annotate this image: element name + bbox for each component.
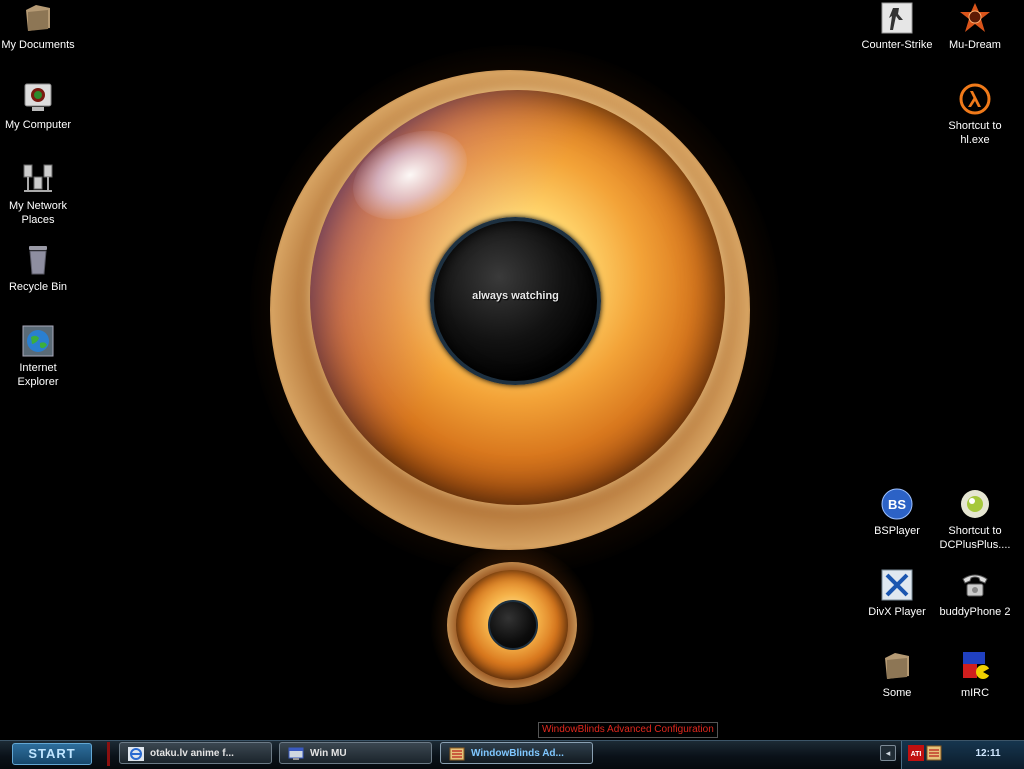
bsplayer-icon: BS (881, 488, 913, 520)
desktop-icon-buddyphone[interactable]: buddyPhone 2 (937, 569, 1013, 619)
svg-text:ATI: ATI (911, 751, 922, 758)
desktop-icon-my-network-places[interactable]: My Network Places (0, 163, 76, 227)
half-life-icon (959, 83, 991, 115)
desktop-icon-dcplusplus[interactable]: Shortcut to DCPlusPlus.... (937, 488, 1013, 552)
ati-icon[interactable]: ATI (908, 745, 924, 761)
desktop-icon-hl-exe[interactable]: Shortcut to hl.exe (937, 83, 1013, 147)
taskbar-button-label: Win MU (310, 748, 347, 759)
wallpaper-small-eye-pupil (488, 600, 538, 650)
desktop-icon-my-computer[interactable]: My Computer (0, 82, 76, 132)
desktop-icon-counter-strike[interactable]: Counter-Strike (859, 2, 935, 52)
divx-icon (881, 569, 913, 601)
dcplusplus-icon (959, 488, 991, 520)
taskbar-button-windowblinds[interactable]: WindowBlinds Ad... (440, 742, 593, 764)
desktop-icon-some[interactable]: Some (859, 650, 935, 700)
computer-icon (22, 82, 54, 114)
folder-icon (881, 650, 913, 682)
globe-icon (22, 325, 54, 357)
windowblinds-icon (449, 747, 465, 761)
taskbar-button-label: WindowBlinds Ad... (471, 748, 564, 759)
network-icon (22, 163, 54, 195)
tooltip: WindowBlinds Advanced Configuration (538, 722, 718, 738)
clock[interactable]: 12:11 (968, 741, 1008, 767)
phone-icon (959, 569, 991, 601)
desktop-icon-recycle-bin[interactable]: Recycle Bin (0, 244, 76, 294)
tray-expand-arrow-icon[interactable]: ◂ (880, 745, 896, 761)
desktop-icon-mirc[interactable]: mIRC (937, 650, 1013, 700)
taskbar-button-win-mu[interactable]: Win MU (279, 742, 432, 764)
desktop-icon-divx-player[interactable]: DivX Player (859, 569, 935, 619)
desktop-icon-mu-dream[interactable]: Mu-Dream (937, 2, 1013, 52)
folder-icon (22, 2, 54, 34)
recycle-bin-icon (22, 244, 54, 276)
counter-strike-icon (881, 2, 913, 34)
desktop: always watching My Documents My Computer… (0, 0, 1024, 740)
taskbar-button-label: otaku.lv anime f... (150, 748, 234, 759)
taskbar-button-otaku[interactable]: otaku.lv anime f... (119, 742, 272, 764)
svg-text:BS: BS (888, 497, 906, 512)
desktop-icon-bsplayer[interactable]: BS BSPlayer (859, 488, 935, 538)
windowblinds-tray-icon[interactable] (926, 745, 942, 761)
start-button[interactable]: START (12, 743, 92, 765)
window-icon (288, 747, 304, 761)
ie-icon (128, 747, 144, 761)
taskbar-separator (107, 742, 110, 766)
mirc-icon (959, 650, 991, 682)
mu-dream-icon (959, 2, 991, 34)
desktop-icon-my-documents[interactable]: My Documents (0, 2, 76, 52)
taskbar: START otaku.lv anime f... Win MU WindowB… (0, 740, 1024, 769)
desktop-icon-internet-explorer[interactable]: Internet Explorer (0, 325, 76, 389)
wallpaper-text: always watching (472, 290, 559, 302)
